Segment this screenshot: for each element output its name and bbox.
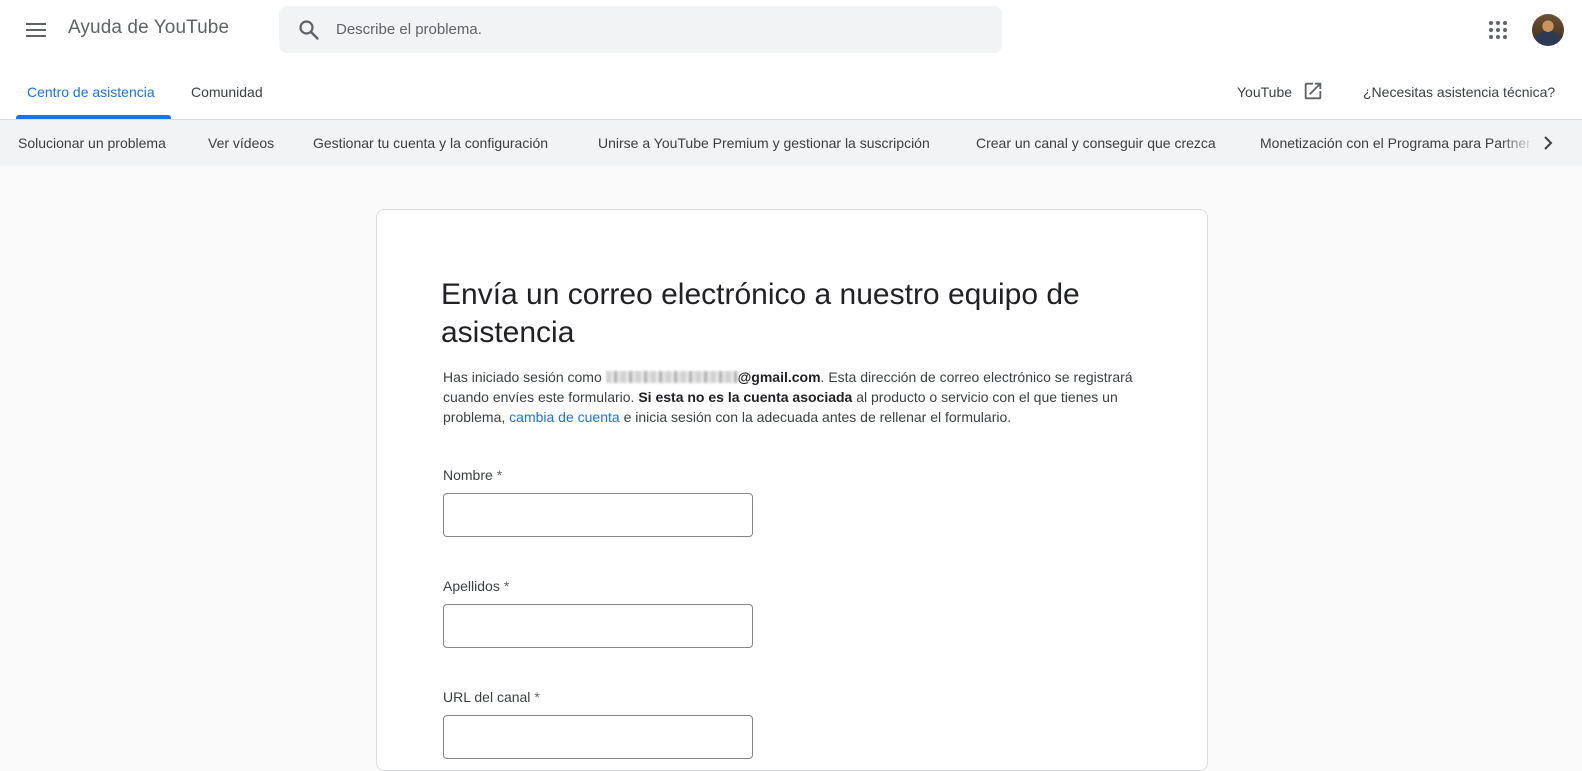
- form-description: Has iniciado sesión como @gmail.com. Est…: [443, 367, 1133, 427]
- category-solucionar-problema[interactable]: Solucionar un problema: [18, 120, 166, 166]
- support-link[interactable]: ¿Necesitas asistencia técnica?: [1363, 60, 1555, 119]
- required-mark: *: [503, 578, 510, 594]
- required-mark: *: [534, 689, 540, 705]
- apellidos-label-text: Apellidos: [443, 578, 500, 594]
- category-youtube-premium[interactable]: Unirse a YouTube Premium y gestionar la …: [598, 120, 930, 166]
- url-canal-label-text: URL del canal: [443, 689, 531, 705]
- url-canal-label: URL del canal *: [443, 689, 540, 705]
- tabs-row: Centro de asistencia Comunidad YouTube ¿…: [0, 60, 1582, 120]
- tab-centro-de-asistencia[interactable]: Centro de asistencia: [27, 60, 155, 119]
- switch-account-link[interactable]: cambia de cuenta: [509, 409, 620, 425]
- required-mark: *: [496, 467, 503, 483]
- youtube-link[interactable]: YouTube: [1237, 60, 1292, 119]
- apellidos-label: Apellidos *: [443, 578, 509, 594]
- menu-icon: [26, 23, 46, 37]
- account-avatar[interactable]: [1532, 14, 1564, 46]
- search-bar[interactable]: [279, 6, 1002, 53]
- app-title[interactable]: Ayuda de YouTube: [68, 17, 229, 39]
- category-crear-canal[interactable]: Crear un canal y conseguir que crezca: [976, 120, 1216, 166]
- category-monetizacion[interactable]: Monetización con el Programa para Partne…: [1260, 120, 1529, 166]
- nombre-label-text: Nombre: [443, 467, 493, 483]
- desc-signin-note: e inicia sesión con la adecuada antes de…: [619, 409, 1012, 425]
- category-fade: [1500, 120, 1536, 166]
- apps-grid-icon[interactable]: [1486, 18, 1510, 42]
- category-clip: Monetización con el Programa para Partne…: [1260, 120, 1529, 166]
- category-gestionar-cuenta[interactable]: Gestionar tu cuenta y la configuración: [313, 120, 548, 166]
- url-canal-field[interactable]: [443, 715, 753, 759]
- category-ver-videos[interactable]: Ver vídeos: [208, 120, 274, 166]
- active-tab-indicator: [16, 115, 171, 119]
- main-menu-button[interactable]: [21, 15, 51, 45]
- search-input[interactable]: [336, 6, 976, 53]
- form-title: Envía un correo electrónico a nuestro eq…: [441, 278, 1080, 349]
- external-link-icon[interactable]: [1302, 80, 1324, 102]
- email-domain: @gmail.com: [737, 369, 821, 385]
- nombre-label: Nombre *: [443, 467, 502, 483]
- category-nav: Solucionar un problema Ver vídeos Gestio…: [0, 120, 1582, 166]
- desc-signed-in: Has iniciado sesión como: [443, 369, 602, 385]
- nombre-field[interactable]: [443, 493, 753, 537]
- apellidos-field[interactable]: [443, 604, 753, 648]
- redacted-email: [605, 371, 738, 383]
- tab-comunidad[interactable]: Comunidad: [191, 60, 263, 119]
- search-icon[interactable]: [297, 18, 321, 42]
- desc-bold-warning: Si esta no es la cuenta asociada: [638, 389, 853, 405]
- contact-form-card: Envía un correo electrónico a nuestro eq…: [376, 209, 1208, 771]
- top-bar: Ayuda de YouTube: [0, 0, 1582, 60]
- chevron-right-icon[interactable]: [1536, 131, 1560, 155]
